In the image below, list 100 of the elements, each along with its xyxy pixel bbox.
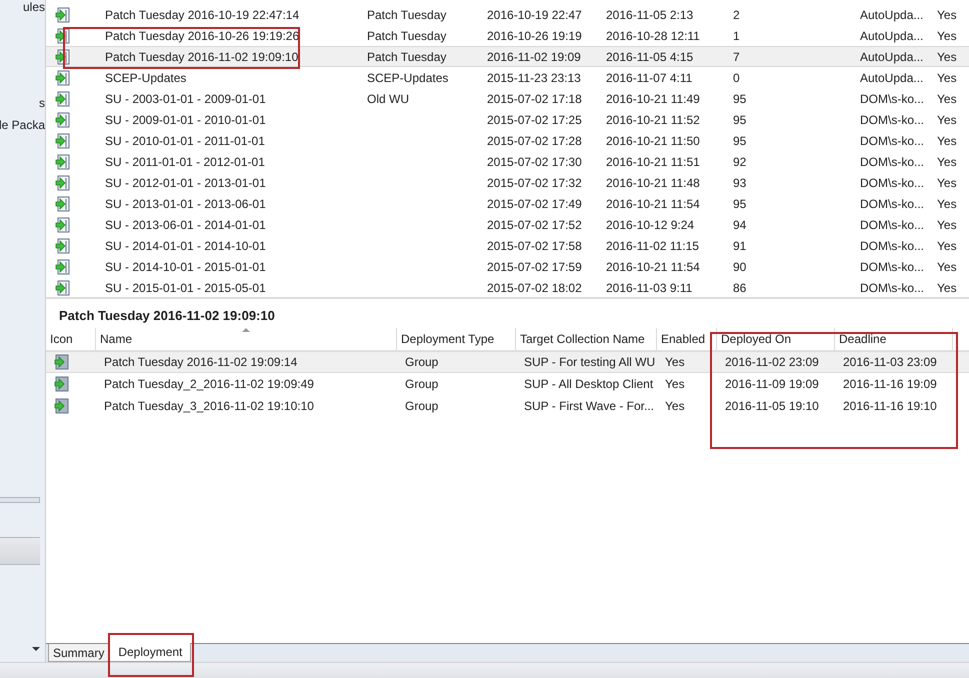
table-cell-text: SCEP-Updates xyxy=(104,70,188,84)
table-cell-text: Yes xyxy=(936,196,958,210)
column-header[interactable]: Target Collection Name xyxy=(516,328,657,350)
update-group-icon xyxy=(55,70,71,86)
table-cell-text: 2016-10-21 11:49 xyxy=(605,92,701,106)
table-cell-text: 2015-07-02 18:02 xyxy=(486,280,583,294)
table-cell-text: AutoUpda... xyxy=(859,70,924,84)
table-cell-text: SU - 2010-01-01 - 2011-01-01 xyxy=(104,134,266,148)
table-cell-text: 2016-10-21 11:54 xyxy=(605,260,701,274)
table-cell-text: 2016-11-03 9:11 xyxy=(605,280,694,294)
table-cell-text: 2016-10-26 19:19 xyxy=(486,28,583,42)
column-header[interactable]: Deployed On xyxy=(717,328,835,350)
table-cell-text: 2016-10-21 11:54 xyxy=(605,196,701,210)
table-cell-text: SU - 2009-01-01 - 2010-01-01 xyxy=(104,112,267,126)
tab[interactable]: Deployment xyxy=(109,643,192,662)
tab[interactable]: Summary xyxy=(48,644,110,662)
table-cell-text: SU - 2014-10-01 - 2015-01-01 xyxy=(104,260,267,274)
list-row[interactable]: SU - 2012-01-01 - 2013-01-01 2015-07-02 17:32 2016-10-21 11:48 93 DOM\s-ko... Yes xyxy=(46,172,969,193)
table-cell-text: Group xyxy=(404,399,440,413)
table-cell-text: Yes xyxy=(936,112,958,126)
splitter-handle[interactable] xyxy=(0,497,40,503)
table-cell-text: Patch Tuesday xyxy=(366,50,448,64)
column-header[interactable]: Enabled xyxy=(657,328,717,350)
table-cell-text: DOM\s-ko... xyxy=(859,92,926,106)
table-cell-text: 2016-11-05 19:10 xyxy=(724,399,820,413)
table-cell-text: 2016-10-21 11:51 xyxy=(605,154,701,168)
table-row[interactable]: Patch Tuesday_3_2016-11-02 19:10:10 Group SUP - First Wave - For... Yes 2016-11-05 19:10 2016-11-16 19:10 xyxy=(46,395,969,417)
update-group-icon xyxy=(55,112,71,128)
list-row[interactable]: SU - 2014-01-01 - 2014-10-01 2015-07-02 17:58 2016-11-02 11:15 91 DOM\s-ko... Yes xyxy=(46,235,969,256)
column-header[interactable]: Deadline xyxy=(835,328,953,350)
table-cell-text: 2016-11-03 23:09 xyxy=(842,355,938,369)
table-cell-text: Yes xyxy=(664,377,686,391)
list-row[interactable]: SU - 2009-01-01 - 2010-01-01 2015-07-02 17:25 2016-10-21 11:52 95 DOM\s-ko... Yes xyxy=(46,109,969,130)
table-cell-text: 95 xyxy=(732,196,748,210)
table-cell-text: SU - 2013-06-01 - 2014-01-01 xyxy=(104,218,267,232)
deployment-icon xyxy=(54,376,70,392)
column-header[interactable]: Name xyxy=(96,328,397,350)
table-cell-text: 95 xyxy=(732,92,748,106)
list-row[interactable]: Patch Tuesday 2016-10-19 22:47:14 Patch Tuesday 2016-10-19 22:47 2016-11-05 2:13 2 AutoUpda... Yes xyxy=(46,4,969,25)
table-cell-text: Yes xyxy=(936,176,958,190)
table-cell-text: DOM\s-ko... xyxy=(859,218,926,232)
table-cell-text: AutoUpda... xyxy=(859,50,924,64)
list-row[interactable]: Patch Tuesday 2016-10-26 19:19:26 Patch Tuesday 2016-10-26 19:19 2016-10-28 12:11 1 AutoUpda... Yes xyxy=(46,25,969,46)
table-cell-text: AutoUpda... xyxy=(859,8,924,22)
list-row[interactable]: SCEP-Updates SCEP-Updates 2015-11-23 23:13 2016-11-07 4:11 0 AutoUpda... Yes xyxy=(46,67,969,88)
table-cell-text: SU - 2013-01-01 - 2013-06-01 xyxy=(104,196,267,210)
table-cell-text: 86 xyxy=(732,280,748,294)
list-row[interactable]: SU - 2014-10-01 - 2015-01-01 2015-07-02 17:59 2016-10-21 11:54 90 DOM\s-ko... Yes xyxy=(46,256,969,277)
table-cell-text: 2015-11-23 23:13 xyxy=(486,70,582,84)
table-cell-text: Patch Tuesday xyxy=(366,28,448,42)
details-title: Patch Tuesday 2016-11-02 19:09:10 xyxy=(59,308,275,323)
list-row[interactable]: Patch Tuesday 2016-11-02 19:09:10 Patch Tuesday 2016-11-02 19:09 2016-11-05 4:15 7 AutoUpda... Yes xyxy=(46,46,969,67)
table-cell-text: 2016-11-02 23:09 xyxy=(724,355,820,369)
update-group-icon xyxy=(55,258,71,274)
table-cell-text: Yes xyxy=(936,70,958,84)
update-group-icon xyxy=(55,280,71,296)
list-row[interactable]: SU - 2010-01-01 - 2011-01-01 2015-07-02 17:28 2016-10-21 11:50 95 DOM\s-ko... Yes xyxy=(46,130,969,151)
nav-item[interactable]: s xyxy=(39,96,45,110)
caret-icon[interactable] xyxy=(32,647,40,651)
table-cell-text: 2015-07-02 17:49 xyxy=(486,196,583,210)
table-cell-text: Yes xyxy=(936,8,958,22)
nav-button[interactable] xyxy=(0,537,40,565)
table-cell-text: SU - 2014-01-01 - 2014-10-01 xyxy=(104,238,267,252)
list-row[interactable]: SU - 2003-01-01 - 2009-01-01 Old WU 2015-07-02 17:18 2016-10-21 11:49 95 DOM\s-ko... Yes xyxy=(46,88,969,109)
deployment-icon xyxy=(54,398,70,414)
nav-item[interactable]: le Packa xyxy=(0,118,45,132)
table-cell-text: SU - 2003-01-01 - 2009-01-01 xyxy=(104,92,267,106)
table-cell-text: 2 xyxy=(732,8,741,22)
list-row[interactable]: SU - 2013-06-01 - 2014-01-01 2015-07-02 17:52 2016-10-12 9:24 94 DOM\s-ko... Yes xyxy=(46,214,969,235)
table-cell-text: 2016-11-05 2:13 xyxy=(605,8,694,22)
table-cell-text: 95 xyxy=(732,112,748,126)
table-cell-text: 0 xyxy=(732,70,741,84)
table-cell-text: SUP - For testing All WU xyxy=(523,355,656,369)
table-row[interactable]: Patch Tuesday_2_2016-11-02 19:09:49 Group SUP - All Desktop Client Yes 2016-11-09 19:09 2016-11-16 19:09 xyxy=(46,373,969,395)
table-cell-text: Group xyxy=(404,377,440,391)
table-cell-text: DOM\s-ko... xyxy=(859,176,926,190)
table-cell-text: 2015-07-02 17:32 xyxy=(486,176,583,190)
deployment-icon xyxy=(54,354,70,370)
table-cell-text: 94 xyxy=(732,218,748,232)
table-cell-text: Yes xyxy=(936,28,958,42)
update-group-icon xyxy=(55,154,71,170)
table-cell-text: Yes xyxy=(936,154,958,168)
list-row[interactable]: SU - 2013-01-01 - 2013-06-01 2015-07-02 17:49 2016-10-21 11:54 95 DOM\s-ko... Yes xyxy=(46,193,969,214)
table-cell-text: Yes xyxy=(936,50,958,64)
table-cell-text: AutoUpda... xyxy=(859,28,924,42)
table-cell-text: DOM\s-ko... xyxy=(859,112,926,126)
table-cell-text: 2016-11-16 19:10 xyxy=(842,399,938,413)
update-group-icon xyxy=(55,196,71,212)
table-cell-text: 2015-07-02 17:30 xyxy=(486,154,583,168)
column-header[interactable]: Icon xyxy=(46,328,96,350)
list-row[interactable]: SU - 2011-01-01 - 2012-01-01 2015-07-02 17:30 2016-10-21 11:51 92 DOM\s-ko... Yes xyxy=(46,151,969,172)
table-row[interactable]: Patch Tuesday 2016-11-02 19:09:14 Group SUP - For testing All WU Yes 2016-11-02 23:09 2016-11-03 23:09 xyxy=(46,351,969,373)
table-cell-text: 2015-07-02 17:59 xyxy=(486,260,583,274)
table-cell-text: Yes xyxy=(936,238,958,252)
table-cell-text: SU - 2015-01-01 - 2015-05-01 xyxy=(104,280,267,294)
list-row[interactable]: SU - 2015-01-01 - 2015-05-01 2015-07-02 18:02 2016-11-03 9:11 86 DOM\s-ko... Yes xyxy=(46,277,969,297)
nav-item[interactable]: ules xyxy=(22,0,45,14)
table-cell-text: SU - 2011-01-01 - 2012-01-01 xyxy=(104,154,266,168)
table-cell-text: 2016-10-21 11:48 xyxy=(605,176,701,190)
column-header[interactable]: Deployment Type xyxy=(397,328,516,350)
